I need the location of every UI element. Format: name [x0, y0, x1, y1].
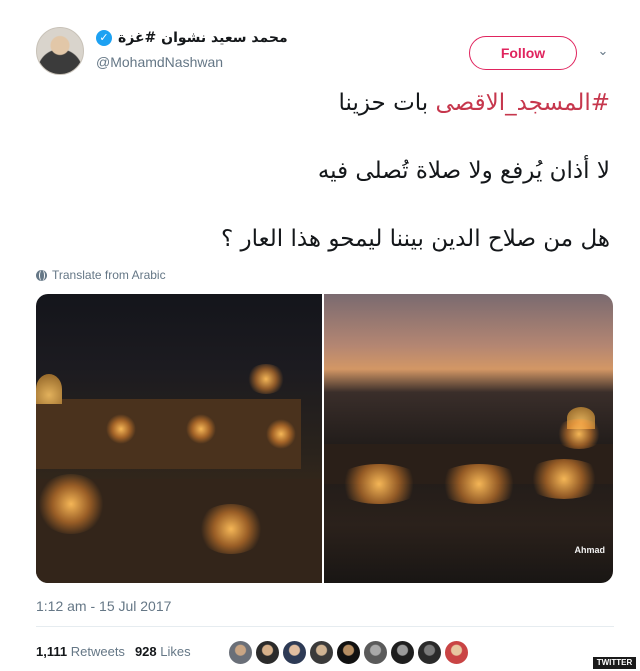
likes-label: Likes — [160, 644, 191, 659]
light-glow — [186, 414, 216, 444]
photo-city-dusk[interactable]: Ahmad — [324, 294, 613, 583]
translate-label[interactable]: Translate from Arabic — [52, 268, 166, 282]
avatar[interactable] — [255, 640, 280, 665]
author-avatar[interactable] — [36, 27, 84, 75]
light-glow — [246, 364, 286, 394]
avatar[interactable] — [417, 640, 442, 665]
avatar[interactable] — [390, 640, 415, 665]
light-glow — [36, 474, 106, 534]
avatar[interactable] — [282, 640, 307, 665]
translate-link[interactable]: Translate from Arabic — [36, 268, 166, 282]
retweets-count: 1,111 — [36, 644, 68, 659]
likers-avatars — [228, 640, 469, 665]
avatar[interactable] — [336, 640, 361, 665]
tweet-line-1-text: بات حزينا — [338, 90, 436, 116]
tweet-line-3: هل من صلاح الدين بيننا ليمحو هذا العار ؟ — [221, 226, 610, 252]
dome-shape — [36, 374, 62, 404]
retweets-label: Retweets — [70, 644, 125, 659]
verified-badge-icon: ✓ — [96, 30, 112, 46]
mosque-facade — [36, 399, 301, 469]
tweet-timestamp[interactable]: 1:12 am - 15 Jul 2017 — [36, 598, 171, 614]
author-name-row[interactable]: ✓ محمد سعيد نشوان #غزة — [96, 30, 288, 46]
source-badge: TWITTER — [593, 657, 636, 669]
author-display-name[interactable]: محمد سعيد نشوان #غزة — [118, 30, 288, 46]
follow-button[interactable]: Follow — [469, 36, 577, 70]
light-glow — [554, 419, 604, 449]
light-glow — [334, 464, 424, 504]
chevron-down-icon[interactable]: ⌄ — [596, 44, 610, 58]
tweet-line-2: لا أذان يُرفع ولا صلاة تُصلى فيه — [317, 158, 610, 184]
hashtag-link[interactable]: #المسجد_الاقصى — [435, 90, 610, 116]
media-grid: Ahmad — [36, 294, 613, 583]
globe-icon — [36, 269, 47, 281]
likes-stat[interactable]: 928 Likes — [135, 644, 191, 659]
author-handle[interactable]: @MohamdNashwan — [96, 54, 223, 70]
tweet-line-1: #المسجد_الاقصى بات حزينا — [30, 88, 610, 118]
light-glow — [524, 459, 604, 499]
light-glow — [196, 504, 266, 554]
likes-count: 928 — [134, 644, 157, 659]
light-glow — [106, 414, 136, 444]
light-glow — [266, 419, 296, 449]
avatar[interactable] — [309, 640, 334, 665]
retweets-stat[interactable]: 1,111 Retweets — [36, 644, 125, 659]
tweet-text: #المسجد_الاقصى بات حزينا لا أذان يُرفع و… — [30, 88, 610, 254]
photo-mosque-night[interactable] — [36, 294, 322, 583]
light-glow — [434, 464, 524, 504]
photo-credit: Ahmad — [574, 545, 605, 555]
avatar[interactable] — [363, 640, 388, 665]
tweet-stats: 1,111 Retweets 928 Likes — [36, 644, 191, 659]
avatar[interactable] — [228, 640, 253, 665]
avatar[interactable] — [444, 640, 469, 665]
divider — [36, 626, 614, 627]
